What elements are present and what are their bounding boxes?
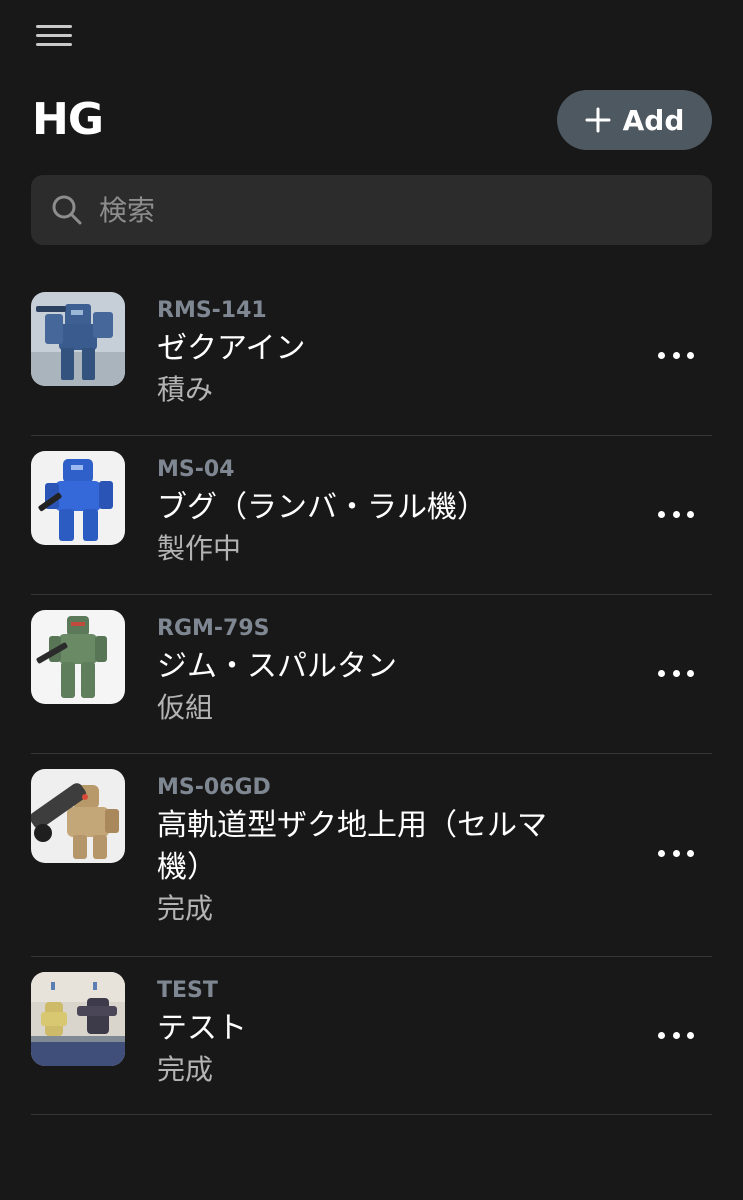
add-button-label: Add bbox=[622, 103, 685, 137]
more-options-icon[interactable] bbox=[658, 504, 694, 524]
more-options-icon[interactable] bbox=[658, 663, 694, 683]
kit-thumbnail bbox=[31, 292, 125, 386]
kit-thumbnail bbox=[31, 769, 125, 863]
page-title: HG bbox=[32, 94, 104, 145]
kit-status: 完成 bbox=[157, 1053, 214, 1086]
kit-status: 仮組 bbox=[157, 691, 214, 724]
kit-name: テスト bbox=[157, 1011, 247, 1046]
kit-status: 製作中 bbox=[157, 532, 242, 565]
more-options-icon[interactable] bbox=[658, 843, 694, 863]
list-item[interactable]: MS-06GD 高軌道型ザク地上用（セルマ機） 完成 bbox=[31, 754, 712, 957]
kit-thumbnail bbox=[31, 972, 125, 1066]
plus-icon bbox=[585, 107, 611, 133]
kit-status: 積み bbox=[157, 373, 214, 406]
more-options-icon[interactable] bbox=[658, 345, 694, 365]
kit-code: TEST bbox=[157, 978, 218, 1003]
kit-list: RMS-141 ゼクアイン 積み MS-04 ブグ（ランバ・ラル機） 製作中 R… bbox=[31, 277, 712, 1115]
kit-code: RMS-141 bbox=[157, 298, 267, 323]
kit-code: MS-04 bbox=[157, 457, 235, 482]
add-button[interactable]: Add bbox=[557, 90, 712, 150]
search-icon bbox=[52, 195, 82, 225]
kit-status: 完成 bbox=[157, 892, 214, 925]
kit-name: ジム・スパルタン bbox=[157, 649, 397, 684]
search-input[interactable] bbox=[97, 192, 712, 228]
list-item[interactable]: RMS-141 ゼクアイン 積み bbox=[31, 277, 712, 436]
kit-name: ゼクアイン bbox=[157, 331, 306, 366]
list-item[interactable]: TEST テスト 完成 bbox=[31, 957, 712, 1115]
kit-thumbnail bbox=[31, 610, 125, 704]
kit-name: 高軌道型ザク地上用（セルマ機） bbox=[157, 808, 547, 885]
kit-thumbnail bbox=[31, 451, 125, 545]
list-item[interactable]: RGM-79S ジム・スパルタン 仮組 bbox=[31, 595, 712, 754]
list-item[interactable]: MS-04 ブグ（ランバ・ラル機） 製作中 bbox=[31, 436, 712, 595]
menu-icon[interactable] bbox=[36, 22, 74, 50]
kit-code: MS-06GD bbox=[157, 775, 271, 800]
page-header: HG Add bbox=[32, 90, 712, 150]
search-bar[interactable] bbox=[31, 175, 712, 245]
kit-name: ブグ（ランバ・ラル機） bbox=[157, 490, 487, 525]
more-options-icon[interactable] bbox=[658, 1025, 694, 1045]
kit-code: RGM-79S bbox=[157, 616, 270, 641]
